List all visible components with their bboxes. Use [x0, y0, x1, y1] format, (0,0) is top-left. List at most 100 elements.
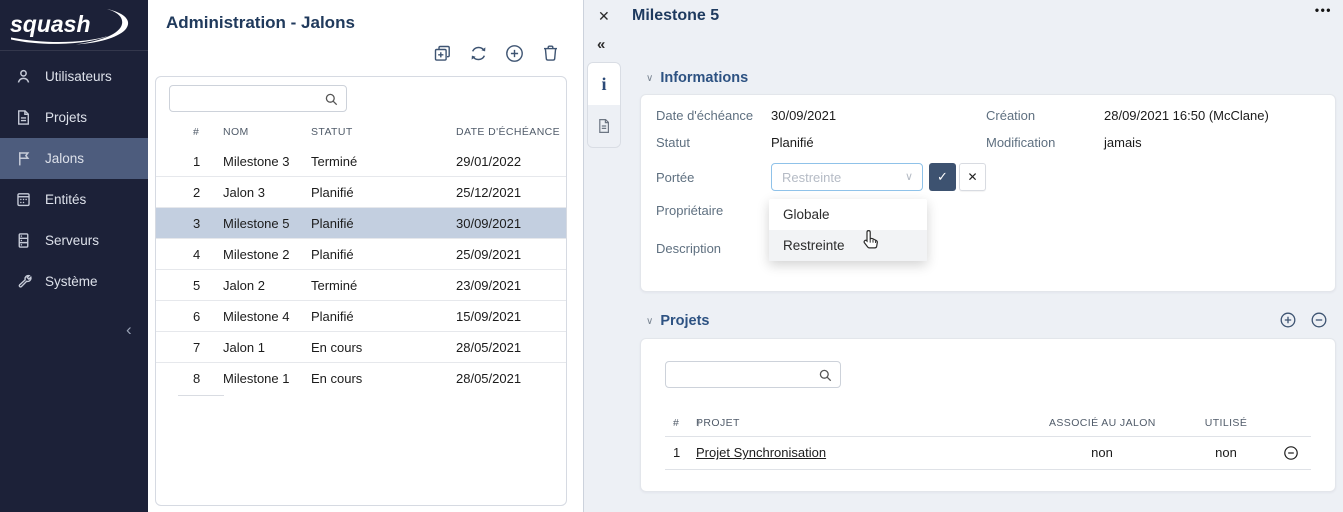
column-header-associe[interactable]: ASSOCIÉ AU JALON: [1049, 411, 1155, 436]
bind-project-icon[interactable]: [1279, 311, 1297, 329]
table-row-selected[interactable]: 3 Milestone 5 Planifié 30/09/2021: [156, 208, 566, 239]
remove-project-icon[interactable]: [1283, 445, 1299, 461]
cell-num: 1: [673, 437, 680, 469]
server-icon: [15, 232, 32, 249]
select-chevron-icon: ∨: [905, 170, 913, 183]
cell-nom: Milestone 2: [223, 239, 289, 270]
projets-search-input[interactable]: [674, 362, 814, 387]
cell-num: 1: [193, 146, 200, 177]
add-icon[interactable]: [504, 43, 525, 64]
wrench-icon: [15, 273, 32, 290]
sort-ascending-icon: ↑: [696, 411, 702, 436]
cell-statut: Planifié: [311, 177, 354, 208]
sidebar-item-projets[interactable]: Projets: [0, 97, 148, 138]
clipboard-icon: [15, 191, 32, 208]
table-row[interactable]: 6 Milestone 4 Planifié 15/09/2021: [156, 301, 566, 332]
unbind-project-icon[interactable]: [1310, 311, 1328, 329]
cell-associe: non: [1049, 437, 1155, 469]
cell-num: 3: [193, 208, 200, 239]
field-label-portee: Portée: [656, 170, 694, 185]
portee-select[interactable]: Restreinte ∨: [771, 163, 923, 191]
more-menu-icon[interactable]: •••: [1315, 3, 1332, 17]
informations-card: Date d'échéance 30/09/2021 Création 28/0…: [640, 94, 1336, 292]
chevron-down-icon: ∨: [646, 73, 653, 84]
milestones-table-card: # NOM STATUT DATE D'ÉCHÉANCE 1 Milestone…: [155, 76, 567, 506]
logo-text: squash: [10, 11, 91, 37]
table-row[interactable]: 5 Jalon 2 Terminé 23/09/2021: [156, 270, 566, 301]
sidebar-collapse-button[interactable]: ‹: [126, 320, 132, 340]
projets-table-header: # PROJET ↑ ASSOCIÉ AU JALON UTILISÉ: [641, 411, 1335, 436]
cell-date: 23/09/2021: [456, 270, 521, 301]
table-row[interactable]: 4 Milestone 2 Planifié 25/09/2021: [156, 239, 566, 270]
cell-statut: Terminé: [311, 146, 357, 177]
cell-nom: Milestone 5: [223, 208, 289, 239]
column-header-utilise[interactable]: UTILISÉ: [1197, 411, 1255, 436]
sidebar-item-label: Jalons: [45, 151, 84, 166]
cell-num: 2: [193, 177, 200, 208]
sidebar-item-systeme[interactable]: Système: [0, 261, 148, 302]
informations-section-toggle[interactable]: ∨ Informations: [646, 70, 748, 86]
dropdown-option-restreinte[interactable]: Restreinte: [769, 230, 927, 261]
sidebar: squash Utilisateurs Projets: [0, 0, 148, 512]
projets-section-toggle[interactable]: ∨ Projets: [646, 313, 710, 329]
sidebar-item-serveurs[interactable]: Serveurs: [0, 220, 148, 261]
projets-search: [665, 361, 841, 388]
projets-actions: [1279, 311, 1328, 329]
close-icon[interactable]: ✕: [598, 8, 610, 25]
field-value-creation: 28/09/2021 16:50 (McClane): [1104, 108, 1269, 123]
cell-statut: En cours: [311, 332, 362, 363]
chevron-down-icon: ∨: [646, 316, 653, 327]
dropdown-option-globale[interactable]: Globale: [769, 199, 927, 230]
cell-num: 5: [193, 270, 200, 301]
table-row[interactable]: 2 Jalon 3 Planifié 25/12/2021: [156, 177, 566, 208]
search-icon: [325, 93, 338, 106]
cell-nom: Milestone 1: [223, 363, 289, 394]
cell-statut: Planifié: [311, 239, 354, 270]
flag-icon: [15, 150, 32, 167]
cell-nom: Milestone 4: [223, 301, 289, 332]
search-icon: [819, 369, 832, 382]
tab-description[interactable]: [588, 105, 620, 147]
field-label-modification: Modification: [986, 135, 1055, 150]
projets-card: # PROJET ↑ ASSOCIÉ AU JALON UTILISÉ 1 Pr…: [640, 338, 1336, 492]
table-footer-stub: [178, 395, 224, 396]
table-row[interactable]: 1 Milestone 3 Terminé 29/01/2022: [156, 146, 566, 177]
column-header-nom[interactable]: NOM: [223, 119, 249, 146]
delete-icon[interactable]: [540, 43, 561, 64]
cell-statut: En cours: [311, 363, 362, 394]
sidebar-item-utilisateurs[interactable]: Utilisateurs: [0, 56, 148, 97]
cell-date: 30/09/2021: [456, 208, 521, 239]
cancel-button[interactable]: ✕: [959, 163, 986, 191]
milestones-search-input[interactable]: [178, 86, 318, 111]
collapse-panel-icon[interactable]: «: [597, 36, 605, 53]
cell-date: 25/09/2021: [456, 239, 521, 270]
field-label-proprietaire: Propriétaire: [656, 203, 723, 218]
cell-num: 6: [193, 301, 200, 332]
column-header-num[interactable]: #: [193, 119, 199, 146]
column-header-statut[interactable]: STATUT: [311, 119, 353, 146]
logo-divider: [0, 50, 148, 51]
cell-date: 25/12/2021: [456, 177, 521, 208]
cell-num: 7: [193, 332, 200, 363]
milestones-toolbar: [432, 43, 561, 64]
sidebar-item-jalons[interactable]: Jalons: [0, 138, 148, 179]
tab-informations[interactable]: i: [588, 63, 620, 105]
cell-date: 28/05/2021: [456, 363, 521, 394]
table-row[interactable]: 8 Milestone 1 En cours 28/05/2021: [156, 363, 566, 394]
projet-table-row[interactable]: 1 Projet Synchronisation non non: [641, 437, 1335, 469]
field-value-statut: Planifié: [771, 135, 814, 150]
column-header-num[interactable]: #: [673, 411, 679, 436]
cell-utilise: non: [1197, 437, 1255, 469]
user-icon: [15, 68, 32, 85]
column-header-date[interactable]: DATE D'ÉCHÉANCE: [456, 119, 560, 146]
sidebar-item-label: Utilisateurs: [45, 69, 112, 84]
duplicate-icon[interactable]: [432, 43, 453, 64]
cell-nom: Jalon 1: [223, 332, 265, 363]
confirm-button[interactable]: ✓: [929, 163, 956, 191]
refresh-icon[interactable]: [468, 43, 489, 64]
table-row[interactable]: 7 Jalon 1 En cours 28/05/2021: [156, 332, 566, 363]
sidebar-item-entites[interactable]: Entités: [0, 179, 148, 220]
sidebar-item-label: Système: [45, 274, 98, 289]
projet-link[interactable]: Projet Synchronisation: [696, 437, 826, 469]
detail-title: Milestone 5: [632, 7, 719, 25]
